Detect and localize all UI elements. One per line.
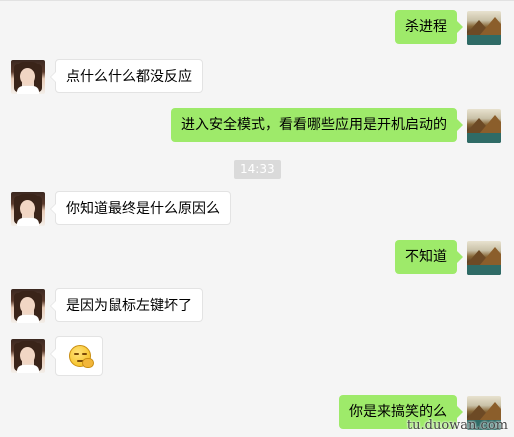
received-message-bubble[interactable]: 是因为鼠标左键坏了 bbox=[50, 288, 203, 322]
sent-message-bubble[interactable]: 不知道 bbox=[395, 240, 463, 274]
message-row: 杀进程 bbox=[0, 8, 514, 48]
timestamp-label: 14:33 bbox=[234, 160, 281, 179]
message-row: 进入安全模式，看看哪些应用是开机启动的 bbox=[0, 106, 514, 146]
watermark-text: tu.duowan.com bbox=[406, 418, 508, 433]
received-message-bubble[interactable]: 你知道最终是什么原因么 bbox=[50, 191, 231, 225]
sent-message-bubble[interactable]: 进入安全模式，看看哪些应用是开机启动的 bbox=[171, 108, 463, 142]
message-row: 不知道 bbox=[0, 238, 514, 278]
thinking-face-icon bbox=[69, 345, 94, 368]
my-avatar[interactable] bbox=[467, 109, 501, 143]
my-avatar[interactable] bbox=[467, 11, 501, 45]
message-row: 点什么什么都没反应 bbox=[0, 57, 514, 97]
contact-avatar[interactable] bbox=[11, 289, 45, 323]
message-row bbox=[0, 336, 514, 380]
top-divider bbox=[0, 0, 514, 1]
message-row: 你知道最终是什么原因么 bbox=[0, 189, 514, 229]
message-row: 是因为鼠标左键坏了 bbox=[0, 286, 514, 326]
sent-message-bubble[interactable]: 杀进程 bbox=[395, 10, 463, 44]
contact-avatar[interactable] bbox=[11, 339, 45, 373]
my-avatar[interactable] bbox=[467, 241, 501, 275]
contact-avatar[interactable] bbox=[11, 192, 45, 226]
received-emoji-bubble[interactable] bbox=[50, 336, 103, 376]
received-message-bubble[interactable]: 点什么什么都没反应 bbox=[50, 59, 203, 93]
contact-avatar[interactable] bbox=[11, 60, 45, 94]
